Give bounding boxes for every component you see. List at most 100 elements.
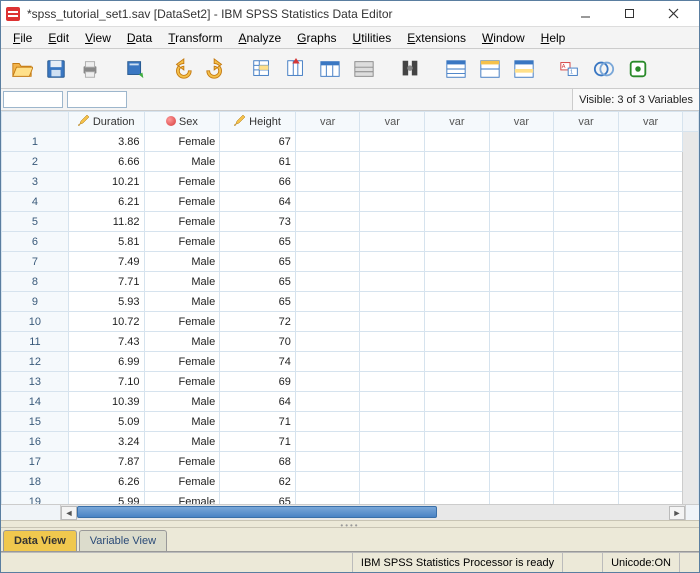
cell-empty[interactable] [554, 212, 619, 232]
cell-empty[interactable] [295, 252, 360, 272]
cell-height[interactable]: 65 [220, 272, 296, 292]
cell-sex[interactable]: Female [144, 232, 220, 252]
cell-empty[interactable] [554, 432, 619, 452]
cell-empty[interactable] [360, 432, 425, 452]
cell-height[interactable]: 66 [220, 172, 296, 192]
cell-empty[interactable] [425, 372, 490, 392]
row-header[interactable]: 16 [2, 432, 69, 452]
cell-empty[interactable] [618, 172, 683, 192]
horizontal-scroll-thumb[interactable] [77, 506, 437, 518]
cell-empty[interactable] [425, 132, 490, 152]
row-header[interactable]: 10 [2, 312, 69, 332]
cell-empty[interactable] [295, 212, 360, 232]
cell-empty[interactable] [618, 372, 683, 392]
cell-sex[interactable]: Female [144, 372, 220, 392]
cell-empty[interactable] [295, 412, 360, 432]
cell-empty[interactable] [489, 372, 554, 392]
find-button[interactable] [395, 54, 425, 84]
cell-empty[interactable] [360, 232, 425, 252]
cell-duration[interactable]: 3.86 [68, 132, 144, 152]
cell-empty[interactable] [618, 212, 683, 232]
cell-empty[interactable] [360, 252, 425, 272]
cell-sex[interactable]: Male [144, 292, 220, 312]
menu-edit[interactable]: Edit [40, 27, 77, 48]
column-header-empty[interactable]: var [425, 112, 490, 132]
row-header[interactable]: 13 [2, 372, 69, 392]
cell-empty[interactable] [360, 172, 425, 192]
cell-duration[interactable]: 6.26 [68, 472, 144, 492]
row-header[interactable]: 8 [2, 272, 69, 292]
cell-empty[interactable] [425, 472, 490, 492]
cell-empty[interactable] [618, 152, 683, 172]
cell-empty[interactable] [618, 232, 683, 252]
cell-empty[interactable] [360, 152, 425, 172]
row-header[interactable]: 14 [2, 392, 69, 412]
scroll-left-button[interactable]: ◄ [61, 506, 77, 520]
cell-empty[interactable] [618, 352, 683, 372]
cell-empty[interactable] [425, 172, 490, 192]
cell-sex[interactable]: Female [144, 312, 220, 332]
cell-empty[interactable] [295, 152, 360, 172]
print-button[interactable] [75, 54, 105, 84]
cell-empty[interactable] [618, 432, 683, 452]
cell-empty[interactable] [554, 152, 619, 172]
cell-empty[interactable] [360, 312, 425, 332]
value-labels-button[interactable]: A1 [555, 54, 585, 84]
row-header[interactable]: 18 [2, 472, 69, 492]
cell-empty[interactable] [618, 312, 683, 332]
menu-view[interactable]: View [77, 27, 119, 48]
cell-empty[interactable] [554, 232, 619, 252]
row-header[interactable]: 1 [2, 132, 69, 152]
cell-duration[interactable]: 6.99 [68, 352, 144, 372]
cell-empty[interactable] [618, 292, 683, 312]
splitter-grip[interactable]: •••• [1, 520, 699, 528]
cell-empty[interactable] [489, 312, 554, 332]
cell-duration[interactable]: 7.71 [68, 272, 144, 292]
cell-empty[interactable] [489, 152, 554, 172]
cell-empty[interactable] [489, 352, 554, 372]
corner-header[interactable] [2, 112, 69, 132]
cell-sex[interactable]: Female [144, 172, 220, 192]
cell-empty[interactable] [489, 432, 554, 452]
menu-graphs[interactable]: Graphs [289, 27, 344, 48]
cell-empty[interactable] [489, 292, 554, 312]
cell-height[interactable]: 62 [220, 472, 296, 492]
cell-empty[interactable] [295, 332, 360, 352]
maximize-button[interactable] [607, 2, 651, 26]
row-header[interactable]: 7 [2, 252, 69, 272]
cell-sex[interactable]: Female [144, 212, 220, 232]
cell-empty[interactable] [489, 332, 554, 352]
cell-sex[interactable]: Male [144, 332, 220, 352]
cell-empty[interactable] [489, 472, 554, 492]
cell-empty[interactable] [360, 132, 425, 152]
cell-empty[interactable] [554, 392, 619, 412]
vertical-scrollbar[interactable] [683, 132, 699, 505]
column-header-empty[interactable]: var [489, 112, 554, 132]
cell-empty[interactable] [489, 212, 554, 232]
cell-empty[interactable] [489, 252, 554, 272]
cell-empty[interactable] [360, 492, 425, 505]
menu-analyze[interactable]: Analyze [230, 27, 289, 48]
cell-empty[interactable] [425, 232, 490, 252]
cell-empty[interactable] [295, 492, 360, 505]
cell-empty[interactable] [360, 392, 425, 412]
menu-data[interactable]: Data [119, 27, 160, 48]
cell-duration[interactable]: 3.24 [68, 432, 144, 452]
cell-empty[interactable] [554, 332, 619, 352]
cell-empty[interactable] [554, 312, 619, 332]
cell-empty[interactable] [489, 192, 554, 212]
close-button[interactable] [651, 2, 695, 26]
cell-empty[interactable] [295, 132, 360, 152]
cell-empty[interactable] [554, 472, 619, 492]
cell-duration[interactable]: 5.99 [68, 492, 144, 505]
cell-empty[interactable] [295, 172, 360, 192]
tab-data-view[interactable]: Data View [3, 530, 77, 551]
cell-sex[interactable]: Female [144, 192, 220, 212]
goto-variable-button[interactable] [281, 54, 311, 84]
cell-empty[interactable] [425, 252, 490, 272]
cell-height[interactable]: 72 [220, 312, 296, 332]
row-header[interactable]: 9 [2, 292, 69, 312]
cell-empty[interactable] [489, 172, 554, 192]
tab-variable-view[interactable]: Variable View [79, 530, 167, 551]
cell-empty[interactable] [425, 432, 490, 452]
